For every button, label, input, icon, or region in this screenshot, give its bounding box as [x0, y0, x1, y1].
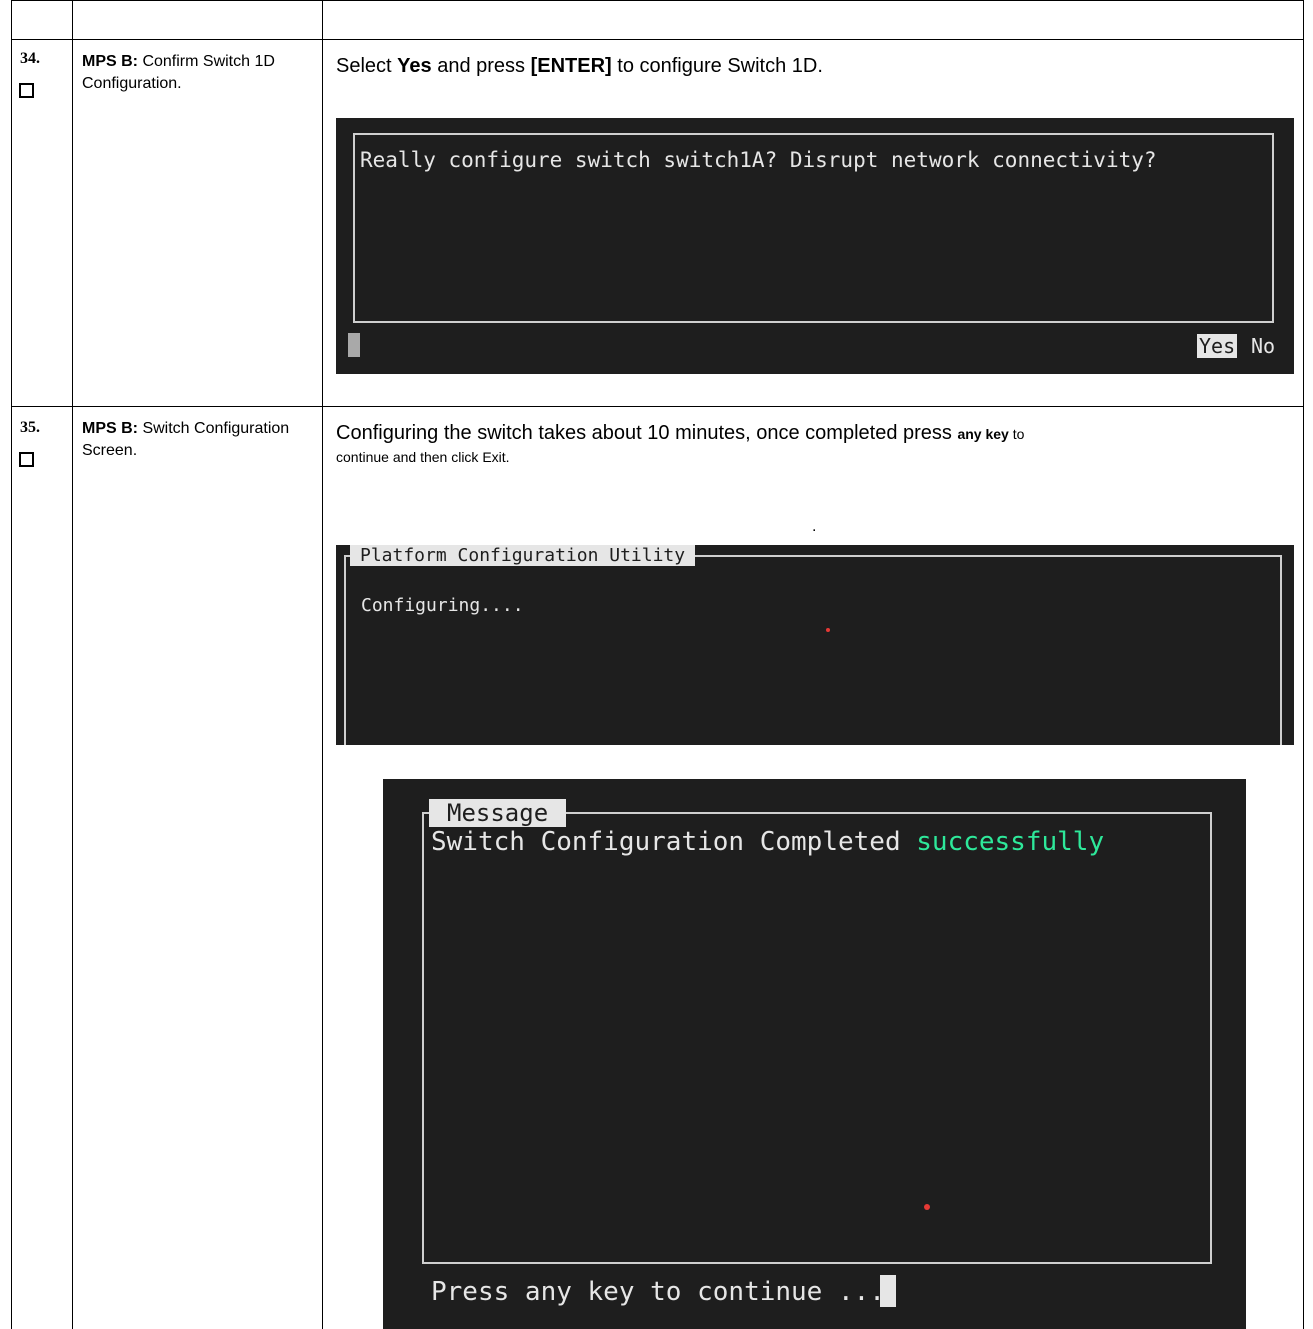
instruction-bold: Yes	[397, 55, 432, 77]
message-title: Message	[429, 799, 567, 827]
header-row-bottom	[11, 39, 1304, 40]
table-left-border	[11, 0, 12, 1329]
message-terminal: Message Switch Configuration Completed s…	[383, 779, 1246, 1329]
pcu-status: Configuring....	[361, 595, 524, 616]
message-frame	[422, 812, 1212, 1264]
instruction-bold: [ENTER]	[530, 55, 612, 77]
success-text: successfully	[916, 827, 1105, 857]
yes-button[interactable]: Yes	[1197, 334, 1238, 358]
pcu-terminal: Platform Configuration Utility Configuri…	[336, 545, 1294, 745]
message-text-main: Switch Configuration Completed	[431, 827, 917, 857]
cursor-dot	[924, 1204, 930, 1210]
continue-prompt: Press any key to continue ...	[431, 1277, 885, 1307]
dialog-question: Really configure switch switch1A? Disrup…	[360, 148, 1157, 172]
confirm-dialog-terminal: Really configure switch switch1A? Disrup…	[336, 118, 1294, 374]
step-checkbox[interactable]	[19, 83, 34, 98]
table-right-border	[1303, 0, 1304, 1329]
cursor-dot	[826, 628, 830, 632]
pcu-frame	[344, 555, 1282, 745]
step-label: MPS B: Switch Configuration Screen.	[82, 418, 314, 462]
cursor-block	[348, 333, 360, 357]
message-text: Switch Configuration Completed successfu…	[431, 827, 1104, 857]
instruction-text: Select	[336, 55, 398, 77]
stray-dot: .	[812, 518, 817, 535]
step-number: 34.	[20, 50, 40, 67]
instruction-line-2: continue and then click Exit.	[336, 449, 510, 465]
instruction-text: Configuring the switch takes about 10 mi…	[336, 422, 958, 444]
table-col-divider-2	[322, 0, 323, 1329]
step-label-bold: MPS B:	[82, 53, 138, 70]
instruction-line-1: Configuring the switch takes about 10 mi…	[336, 420, 1296, 447]
instruction-text: and press	[431, 55, 531, 77]
no-button[interactable]: No	[1251, 334, 1275, 358]
step-checkbox[interactable]	[19, 452, 34, 467]
step-label-bold: MPS B:	[82, 420, 138, 437]
row-34-bottom	[11, 406, 1304, 407]
cursor-block	[880, 1275, 896, 1307]
step-label: MPS B: Confirm Switch 1D Configuration.	[82, 51, 314, 95]
instruction-text: to configure Switch 1D.	[611, 55, 823, 77]
step-instruction: Configuring the switch takes about 10 mi…	[336, 420, 1296, 467]
table-col-divider-1	[72, 0, 73, 1329]
instruction-text: to	[1008, 426, 1025, 442]
step-number: 35.	[20, 419, 40, 436]
instruction-bold: any key	[957, 426, 1009, 442]
table-top-border	[11, 0, 1304, 1]
pcu-title: Platform Configuration Utility	[350, 545, 696, 566]
step-instruction: Select Yes and press [ENTER] to configur…	[336, 53, 823, 79]
